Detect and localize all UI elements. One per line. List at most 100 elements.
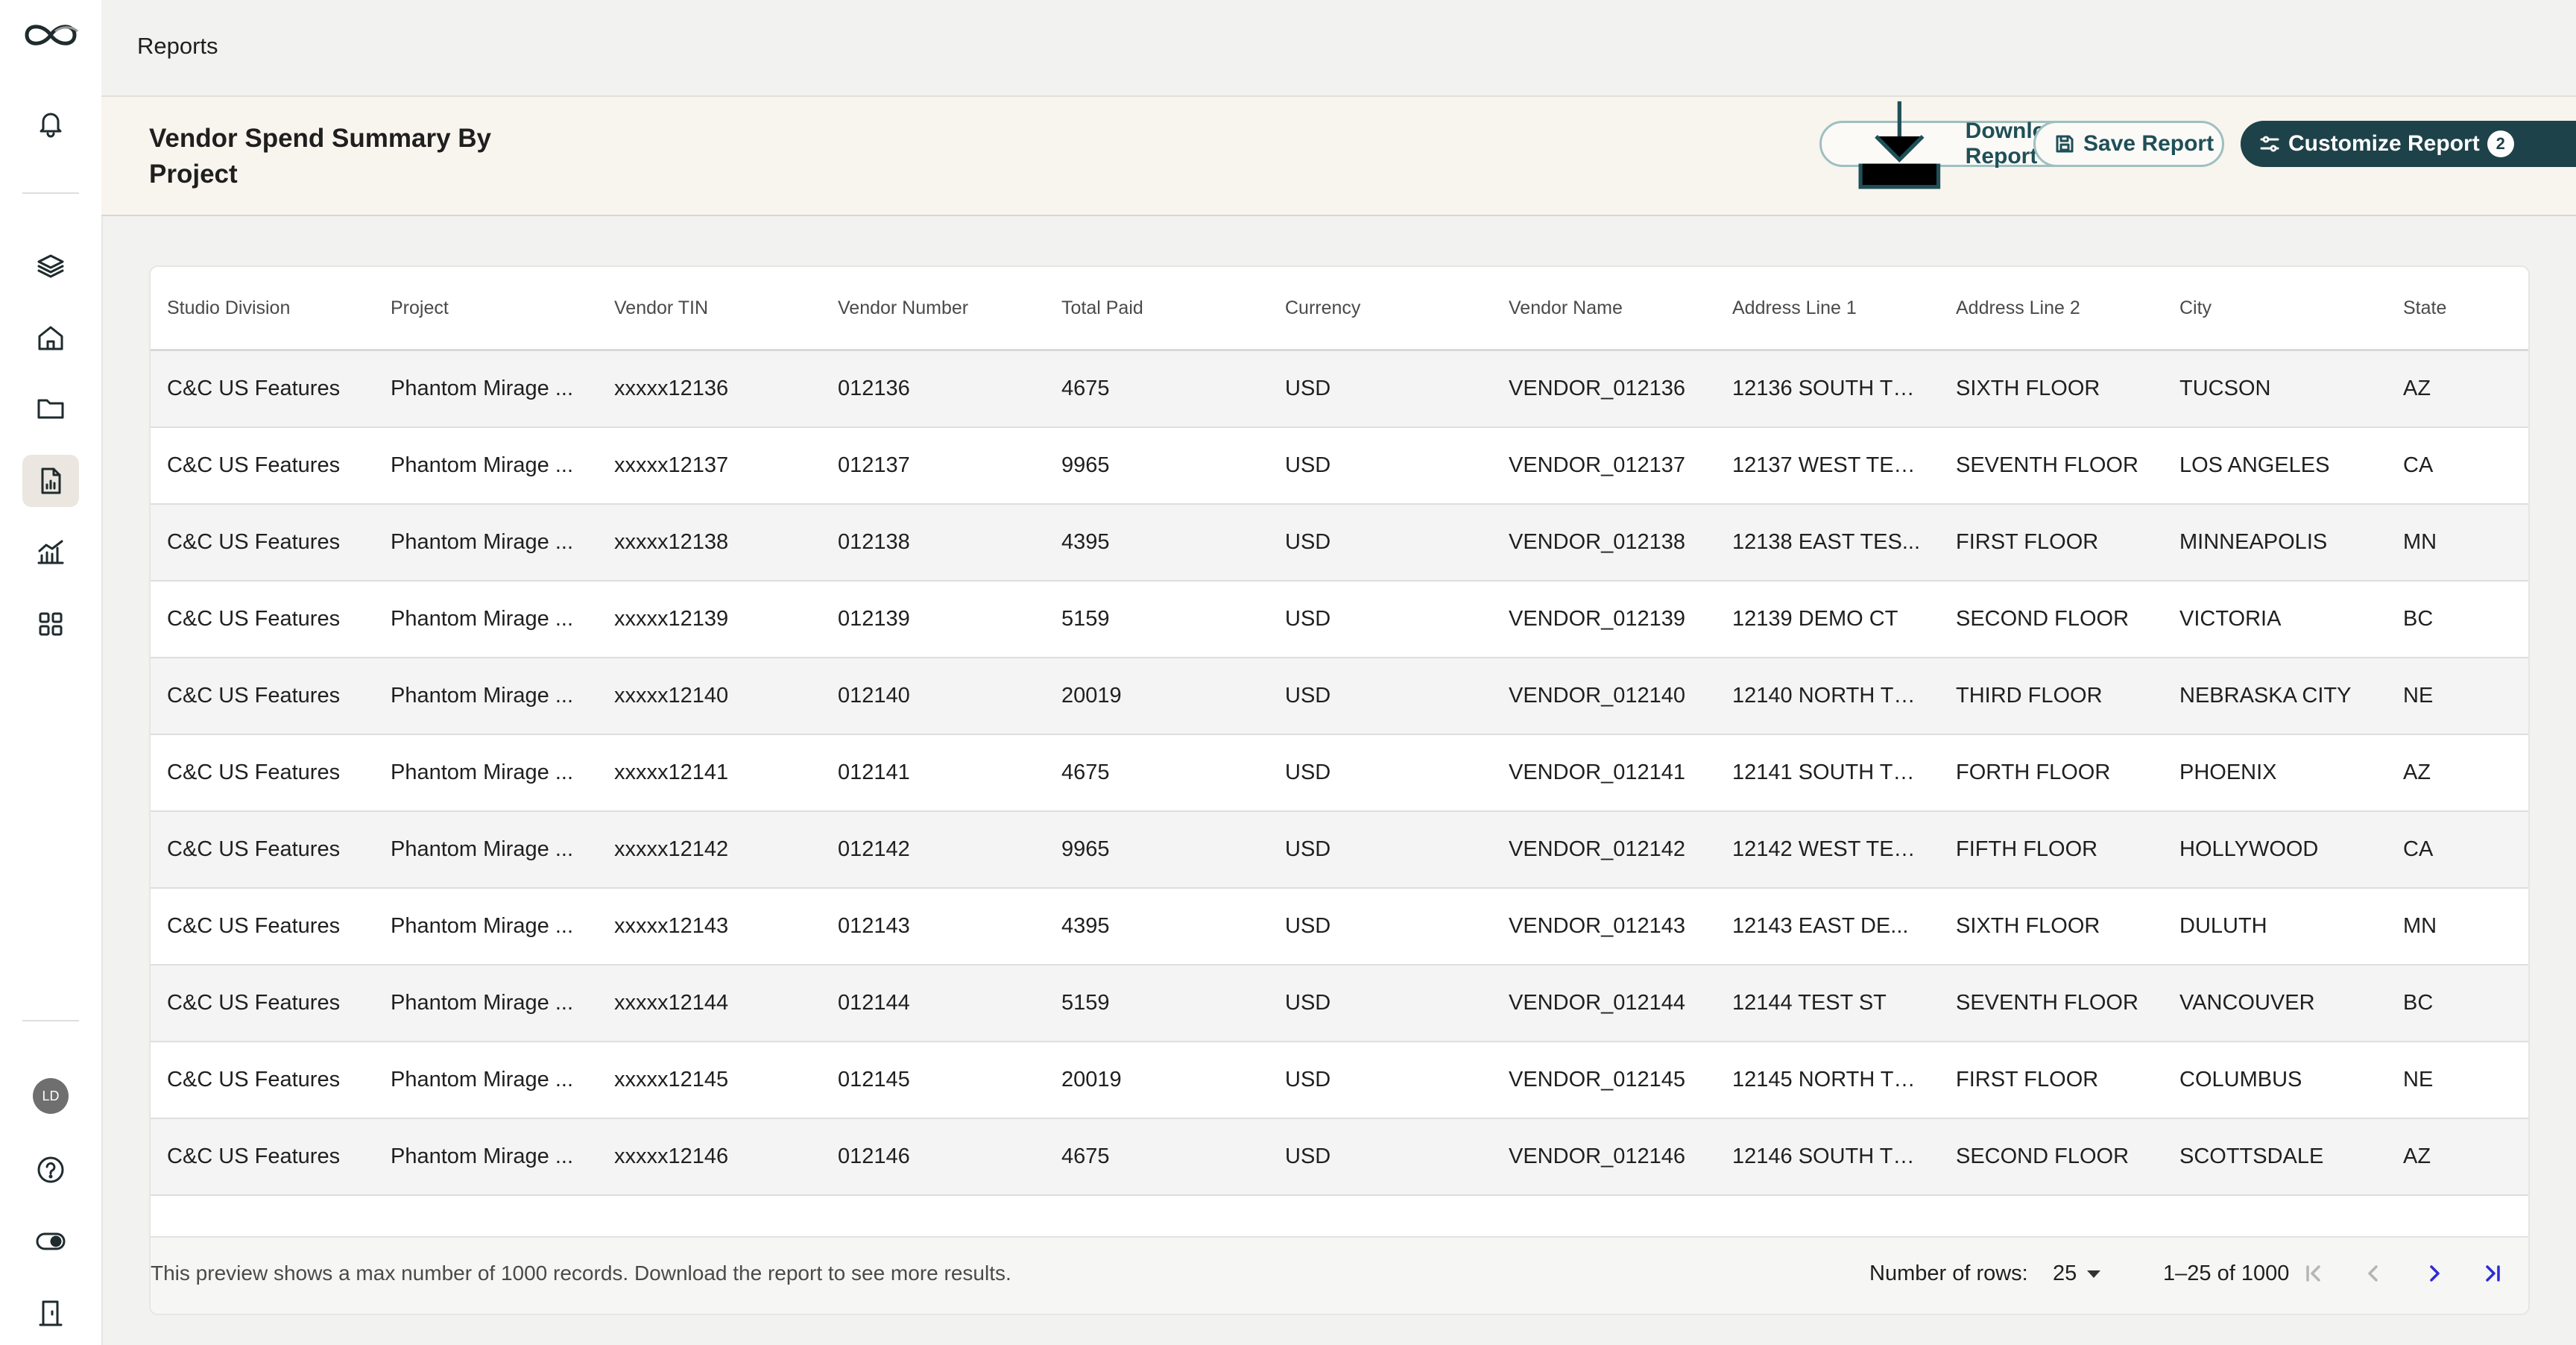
first-page-icon bbox=[2306, 1265, 2320, 1282]
sidebar-item-reports[interactable] bbox=[22, 455, 79, 507]
table-cell: 012139 bbox=[821, 581, 1045, 658]
analytics-icon bbox=[37, 540, 64, 564]
table-cell: CA bbox=[2387, 811, 2528, 889]
table-cell: Phantom Mirage ... bbox=[374, 581, 598, 658]
table-row[interactable]: C&C US Features Phantom Mirage ... xxxxx12… bbox=[151, 581, 2528, 658]
table-cell: SECOND FLOOR bbox=[1939, 581, 2163, 658]
sidebar-item-analytics[interactable] bbox=[22, 526, 79, 579]
table-cell: C&C US Features bbox=[151, 581, 374, 658]
previous-page-button[interactable] bbox=[2357, 1257, 2390, 1290]
download-icon bbox=[1858, 101, 1941, 189]
table-cell: TUCSON bbox=[2163, 350, 2387, 428]
table-cell: USD bbox=[1269, 504, 1492, 582]
caret-down-icon bbox=[2087, 1270, 2101, 1279]
column-header[interactable]: Studio Division bbox=[151, 267, 374, 351]
next-page-button[interactable] bbox=[2418, 1257, 2451, 1290]
table-cell: 012142 bbox=[821, 811, 1045, 889]
table-body: C&C US Features Phantom Mirage ... xxxxx12… bbox=[151, 350, 2528, 1196]
table-row[interactable]: C&C US Features Phantom Mirage ... xxxxx12… bbox=[151, 350, 2528, 428]
table-cell: Phantom Mirage ... bbox=[374, 350, 598, 428]
rows-per-page-label: Number of rows: bbox=[1869, 1261, 2028, 1285]
table-cell: C&C US Features bbox=[151, 965, 374, 1042]
table-row[interactable]: C&C US Features Phantom Mirage ... xxxxx12… bbox=[151, 504, 2528, 582]
rows-per-page-select[interactable]: 25 bbox=[2053, 1261, 2101, 1286]
table-cell: SECOND FLOOR bbox=[1939, 1118, 2163, 1196]
breadcrumb[interactable]: Reports bbox=[137, 33, 218, 60]
table-cell: xxxxx12140 bbox=[598, 658, 821, 735]
table-cell: xxxxx12142 bbox=[598, 811, 821, 889]
table-cell: MINNEAPOLIS bbox=[2163, 504, 2387, 582]
table-cell: USD bbox=[1269, 427, 1492, 505]
last-page-button[interactable] bbox=[2476, 1257, 2509, 1290]
table-cell: 5159 bbox=[1045, 581, 1269, 658]
sidebar-divider bbox=[22, 192, 79, 194]
table-row[interactable]: C&C US Features Phantom Mirage ... xxxxx12… bbox=[151, 658, 2528, 735]
table-row[interactable]: C&C US Features Phantom Mirage ... xxxxx12… bbox=[151, 427, 2528, 505]
top-bar: Reports bbox=[101, 0, 2576, 97]
table-cell: 9965 bbox=[1045, 811, 1269, 889]
table-cell: 12139 DEMO CT bbox=[1716, 581, 1939, 658]
table-cell: USD bbox=[1269, 888, 1492, 966]
table-cell: 20019 bbox=[1045, 658, 1269, 735]
table-cell: HOLLYWOOD bbox=[2163, 811, 2387, 889]
table-cell: 12141 SOUTH TE... bbox=[1716, 734, 1939, 812]
table-row[interactable]: C&C US Features Phantom Mirage ... xxxxx12… bbox=[151, 888, 2528, 966]
table-cell: BC bbox=[2387, 581, 2528, 658]
table-cell: USD bbox=[1269, 965, 1492, 1042]
table-cell: VENDOR_012145 bbox=[1492, 1042, 1716, 1119]
logout-button[interactable] bbox=[22, 1287, 79, 1339]
table-cell: C&C US Features bbox=[151, 888, 374, 966]
table-cell: Phantom Mirage ... bbox=[374, 811, 598, 889]
user-avatar[interactable]: LD bbox=[33, 1078, 69, 1114]
table-row[interactable]: C&C US Features Phantom Mirage ... xxxxx12… bbox=[151, 734, 2528, 812]
sidebar-item-folders[interactable] bbox=[22, 382, 79, 434]
sidebar-item-home[interactable] bbox=[22, 312, 79, 364]
home-icon bbox=[38, 326, 63, 350]
table-cell: NE bbox=[2387, 1042, 2528, 1119]
theme-toggle-button[interactable] bbox=[22, 1215, 79, 1267]
save-report-button[interactable]: Save Report bbox=[2033, 121, 2224, 167]
column-header[interactable]: Address Line 1 bbox=[1716, 267, 1939, 351]
column-header[interactable]: Project bbox=[374, 267, 598, 351]
first-page-button[interactable] bbox=[2297, 1257, 2330, 1290]
help-icon bbox=[37, 1156, 64, 1183]
table-cell: THIRD FLOOR bbox=[1939, 658, 2163, 735]
column-header[interactable]: Currency bbox=[1269, 267, 1492, 351]
table-cell: MN bbox=[2387, 504, 2528, 582]
table-cell: 9965 bbox=[1045, 427, 1269, 505]
column-header[interactable]: Total Paid bbox=[1045, 267, 1269, 351]
table-cell: 012143 bbox=[821, 888, 1045, 966]
help-button[interactable] bbox=[22, 1144, 79, 1196]
table-cell: Phantom Mirage ... bbox=[374, 965, 598, 1042]
table-cell: NEBRASKA CITY bbox=[2163, 658, 2387, 735]
table-cell: C&C US Features bbox=[151, 734, 374, 812]
column-header[interactable]: Vendor Number bbox=[821, 267, 1045, 351]
sidebar-item-apps[interactable] bbox=[22, 598, 79, 650]
table-header-row: Studio Division Project Vendor TIN Vendor N… bbox=[151, 267, 2528, 351]
column-header[interactable]: Address Line 2 bbox=[1939, 267, 2163, 351]
table-cell: xxxxx12136 bbox=[598, 350, 821, 428]
chevron-right-icon bbox=[2430, 1265, 2440, 1282]
column-header[interactable]: Vendor Name bbox=[1492, 267, 1716, 351]
notifications-button[interactable] bbox=[22, 97, 79, 149]
column-header[interactable]: State bbox=[2387, 267, 2528, 351]
table-row[interactable]: C&C US Features Phantom Mirage ... xxxxx12… bbox=[151, 1118, 2528, 1196]
table-cell: 012136 bbox=[821, 350, 1045, 428]
table-row[interactable]: C&C US Features Phantom Mirage ... xxxxx12… bbox=[151, 965, 2528, 1042]
table-row[interactable]: C&C US Features Phantom Mirage ... xxxxx12… bbox=[151, 811, 2528, 889]
report-header: Vendor Spend Summary By Project Download… bbox=[101, 97, 2576, 216]
customize-count-badge: 2 bbox=[2487, 130, 2514, 157]
column-header[interactable]: Vendor TIN bbox=[598, 267, 821, 351]
customize-report-button[interactable]: Customize Report 2 bbox=[2241, 121, 2576, 167]
table-cell: 5159 bbox=[1045, 965, 1269, 1042]
table-row[interactable]: C&C US Features Phantom Mirage ... xxxxx12… bbox=[151, 1042, 2528, 1119]
sidebar-item-layers[interactable] bbox=[22, 240, 79, 292]
table-cell: SIXTH FLOOR bbox=[1939, 888, 2163, 966]
table-cell: C&C US Features bbox=[151, 811, 374, 889]
table-cell: VENDOR_012140 bbox=[1492, 658, 1716, 735]
column-header[interactable]: City bbox=[2163, 267, 2387, 351]
table-cell: VENDOR_012142 bbox=[1492, 811, 1716, 889]
table-cell: SEVENTH FLOOR bbox=[1939, 427, 2163, 505]
table-cell: USD bbox=[1269, 350, 1492, 428]
save-icon bbox=[2056, 135, 2074, 153]
